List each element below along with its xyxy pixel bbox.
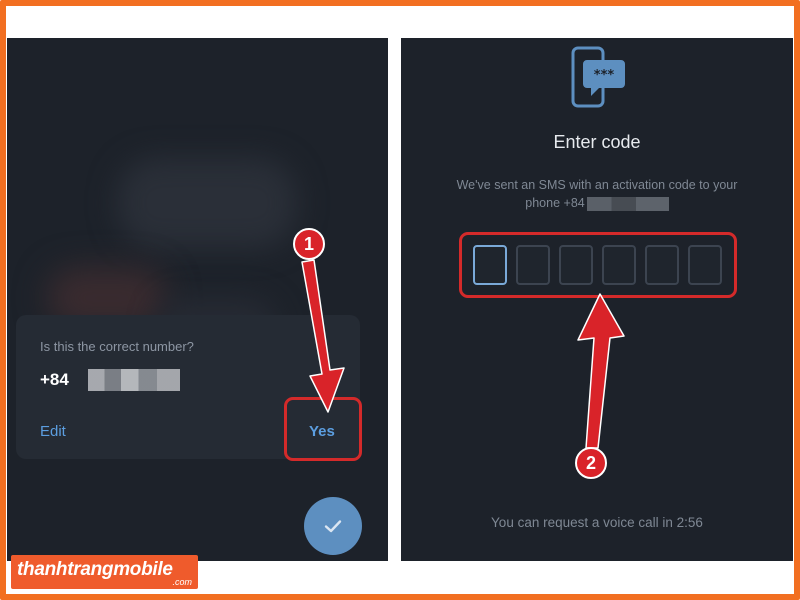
step-1-badge: 1 xyxy=(293,228,325,260)
brand-watermark: thanhtrangmobile .com xyxy=(11,555,198,589)
arrow-icon xyxy=(301,259,625,449)
brand-name: thanhtrangmobile xyxy=(17,559,173,580)
brand-suffix: .com xyxy=(172,577,192,587)
step-2-badge: 2 xyxy=(575,447,607,479)
